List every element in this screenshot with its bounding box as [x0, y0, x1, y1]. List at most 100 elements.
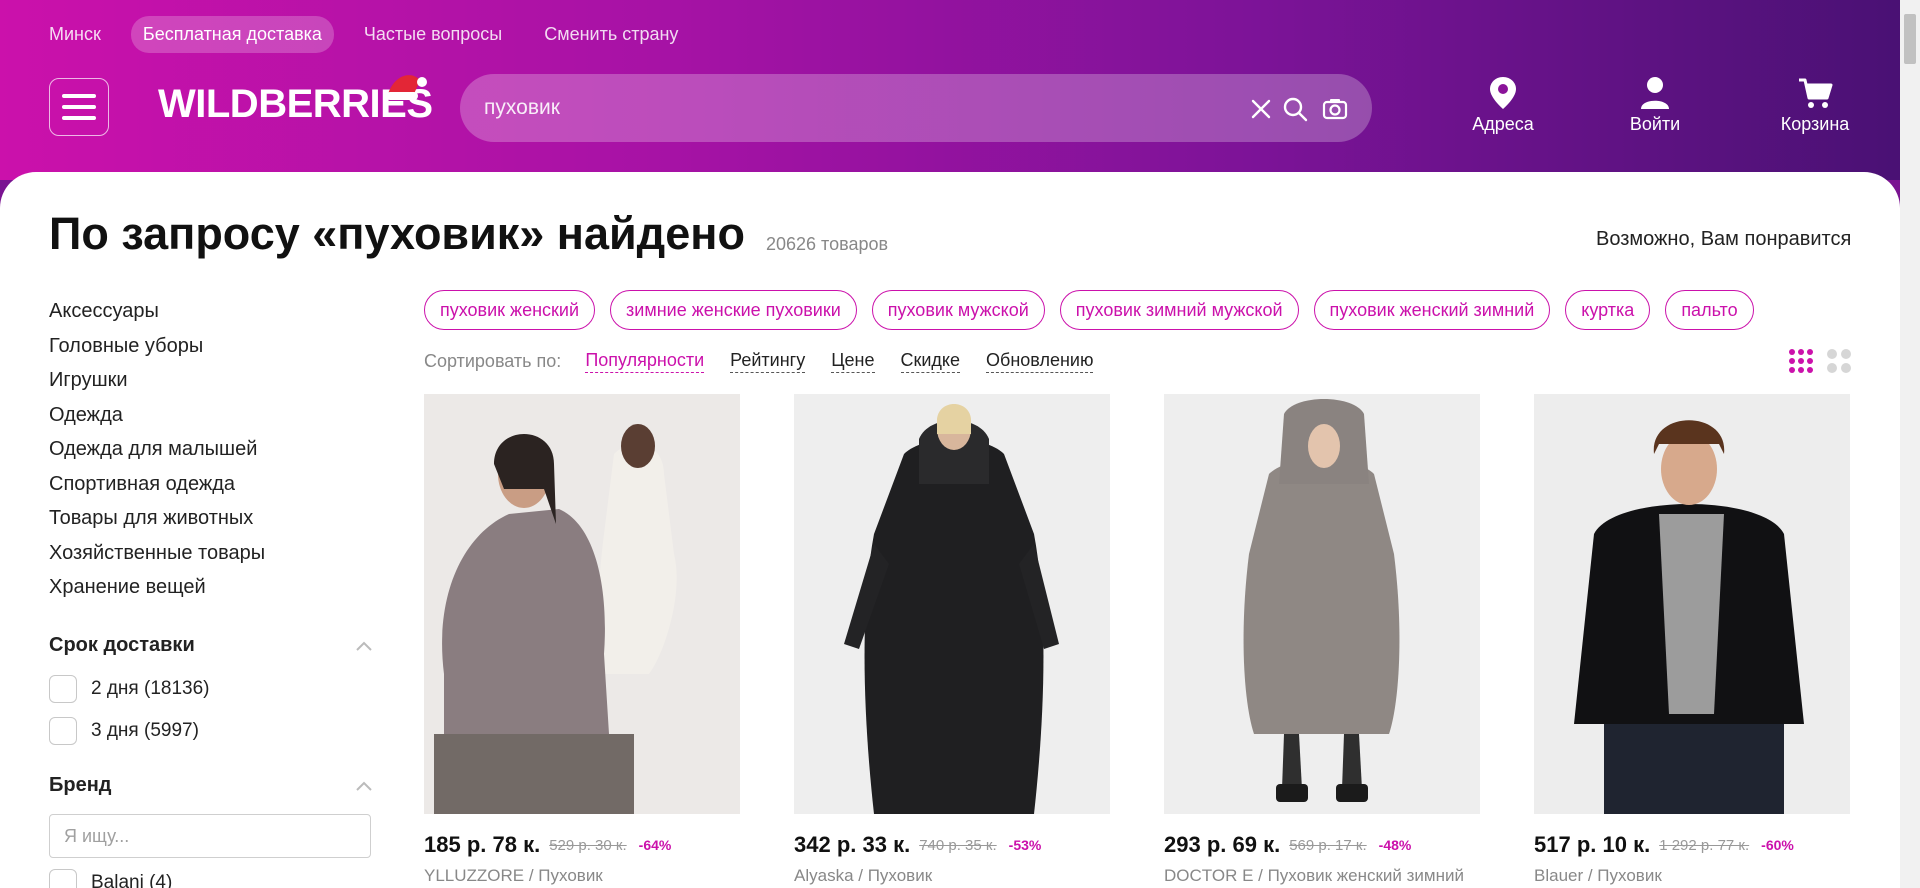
product-discount: -60% [1761, 837, 1794, 853]
search-suggestions: пуховик женский зимние женские пуховики … [424, 290, 1754, 330]
chevron-up-icon[interactable] [356, 781, 372, 791]
city-link[interactable]: Минск [49, 16, 113, 53]
sort-popularity[interactable]: Популярности [585, 350, 705, 373]
product-card[interactable]: 293 р. 69 к. 569 р. 17 к. -48% DOCTOR E … [1164, 394, 1480, 886]
sort-discount[interactable]: Скидке [900, 350, 961, 373]
login-label: Войти [1629, 114, 1681, 134]
brand-filter-title[interactable]: Бренд [49, 774, 112, 797]
user-icon [1641, 77, 1669, 109]
product-old-price: 529 р. 30 к. [549, 836, 627, 854]
checkbox[interactable] [49, 717, 77, 745]
site-header: Минск Бесплатная доставка Частые вопросы… [0, 0, 1920, 180]
main-content: По запросу «пуховик» найдено 20626 товар… [0, 172, 1900, 888]
product-card[interactable]: 185 р. 78 к. 529 р. 30 к. -64% YLLUZZORE… [424, 394, 740, 886]
menu-button[interactable] [49, 78, 109, 136]
product-price: 517 р. 10 к. [1534, 832, 1651, 857]
product-discount: -48% [1378, 837, 1412, 853]
product-old-price: 740 р. 35 к. [919, 836, 997, 854]
category-item[interactable]: Головные уборы [49, 329, 265, 364]
camera-icon[interactable] [1322, 96, 1348, 122]
product-brand[interactable]: Alyaska / Пуховик [794, 866, 1110, 886]
clear-icon[interactable] [1248, 96, 1274, 122]
product-old-price: 569 р. 17 к. [1289, 836, 1367, 854]
suggestion-chip[interactable]: пальто [1665, 290, 1754, 330]
product-price: 185 р. 78 к. [424, 832, 541, 857]
recommend-link[interactable]: Возможно, Вам понравится [1596, 228, 1851, 251]
sort-bar: Сортировать по: Популярности Рейтингу Це… [424, 350, 1119, 373]
scrollbar-thumb[interactable] [1904, 14, 1916, 64]
price-row: 185 р. 78 к. 529 р. 30 к. -64% [424, 832, 740, 858]
addresses-label: Адреса [1472, 114, 1534, 134]
page-title: По запросу «пуховик» найдено [49, 208, 745, 259]
product-photo [794, 394, 1110, 814]
chevron-up-icon[interactable] [356, 641, 372, 651]
category-item[interactable]: Хранение вещей [49, 570, 265, 605]
delivery-option[interactable]: 3 дня (5997) [49, 716, 199, 746]
cart-icon [1799, 78, 1833, 108]
free-delivery-link[interactable]: Бесплатная доставка [130, 15, 334, 53]
product-image[interactable] [424, 394, 740, 814]
category-item[interactable]: Аксессуары [49, 294, 265, 329]
category-item[interactable]: Товары для животных [49, 501, 265, 536]
suggestion-chip[interactable]: пуховик женский зимний [1313, 290, 1551, 330]
search-input[interactable] [484, 74, 1244, 142]
change-country-link[interactable]: Сменить страну [532, 16, 690, 53]
sort-update[interactable]: Обновлению [986, 350, 1094, 373]
suggestion-chip[interactable]: зимние женские пуховики [610, 290, 857, 330]
delivery-option-label: 2 дня (18136) [91, 678, 210, 699]
product-brand[interactable]: Blauer / Пуховик [1534, 866, 1850, 886]
cart-button[interactable]: Корзина [1760, 76, 1870, 135]
category-item[interactable]: Игрушки [49, 363, 265, 398]
checkbox[interactable] [49, 675, 77, 703]
cart-label: Корзина [1780, 114, 1850, 134]
price-row: 293 р. 69 к. 569 р. 17 к. -48% [1164, 832, 1480, 858]
product-old-price: 1 292 р. 77 к. [1659, 836, 1750, 854]
product-photo [1534, 394, 1850, 814]
suggestion-chip[interactable]: пуховик женский [424, 290, 596, 330]
santa-hat-icon [386, 75, 427, 100]
delivery-filter-title[interactable]: Срок доставки [49, 634, 195, 657]
category-item[interactable]: Одежда [49, 398, 265, 433]
product-image[interactable] [1164, 394, 1480, 814]
product-brand[interactable]: YLLUZZORE / Пуховик [424, 866, 740, 886]
top-links: Минск Бесплатная доставка Частые вопросы… [49, 15, 690, 53]
sort-label: Сортировать по: [424, 351, 562, 371]
product-card[interactable]: 517 р. 10 к. 1 292 р. 77 к. -60% Blauer … [1534, 394, 1850, 886]
product-card[interactable]: 342 р. 33 к. 740 р. 35 к. -53% Alyaska /… [794, 394, 1110, 886]
brand-option[interactable]: Balani (4) [49, 868, 172, 888]
search-bar [460, 74, 1372, 142]
product-image[interactable] [1534, 394, 1850, 814]
delivery-option[interactable]: 2 дня (18136) [49, 674, 209, 704]
suggestion-chip[interactable]: пуховик мужской [871, 290, 1045, 330]
category-item[interactable]: Спортивная одежда [49, 467, 265, 502]
category-list: Аксессуары Головные уборы Игрушки Одежда… [49, 294, 265, 605]
product-image[interactable] [794, 394, 1110, 814]
page-scrollbar[interactable] [1900, 0, 1920, 888]
suggestion-chip[interactable]: куртка [1565, 290, 1651, 330]
sort-rating[interactable]: Рейтингу [730, 350, 806, 373]
login-button[interactable]: Войти [1600, 76, 1710, 135]
product-discount: -64% [638, 837, 672, 853]
checkbox[interactable] [49, 869, 77, 888]
delivery-option-label: 3 дня (5997) [91, 720, 199, 741]
brand-search-input[interactable] [49, 814, 371, 858]
product-price: 293 р. 69 к. [1164, 832, 1281, 857]
grid-small-view-icon[interactable] [1788, 348, 1814, 374]
product-photo [424, 394, 740, 814]
price-row: 342 р. 33 к. 740 р. 35 к. -53% [794, 832, 1110, 858]
brand-option-label: Balani (4) [91, 872, 173, 888]
product-brand[interactable]: DOCTOR E / Пуховик женский зимний [1164, 866, 1480, 886]
category-item[interactable]: Одежда для малышей [49, 432, 265, 467]
addresses-button[interactable]: Адреса [1448, 76, 1558, 135]
faq-link[interactable]: Частые вопросы [352, 16, 514, 53]
location-pin-icon [1490, 77, 1516, 109]
results-count: 20626 товаров [766, 234, 889, 254]
price-row: 517 р. 10 к. 1 292 р. 77 к. -60% [1534, 832, 1850, 858]
grid-large-view-icon[interactable] [1826, 348, 1852, 374]
hamburger-icon [62, 94, 96, 98]
search-icon[interactable] [1282, 96, 1308, 122]
suggestion-chip[interactable]: пуховик зимний мужской [1059, 290, 1299, 330]
sort-price[interactable]: Цене [831, 350, 875, 373]
category-item[interactable]: Хозяйственные товары [49, 536, 265, 571]
product-price: 342 р. 33 к. [794, 832, 911, 857]
